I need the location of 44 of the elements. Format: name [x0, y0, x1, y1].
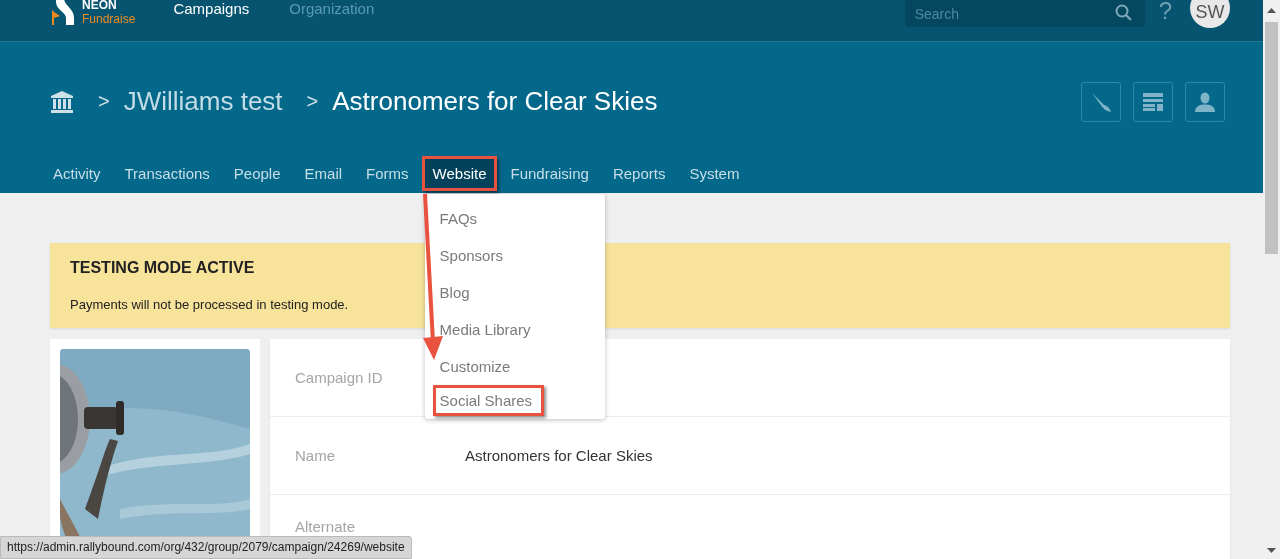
person-icon: [1195, 91, 1215, 112]
menu-item[interactable]: Social Shares: [432, 384, 545, 416]
nav-link[interactable]: Organization: [289, 0, 375, 18]
tab[interactable]: System: [678, 155, 751, 191]
search-icon: [1114, 4, 1133, 22]
user-button[interactable]: [1185, 81, 1225, 122]
tab[interactable]: Transactions: [113, 155, 221, 191]
user-avatar[interactable]: SW: [1190, 0, 1230, 28]
brush-icon: [1090, 90, 1112, 113]
nav-link[interactable]: Campaigns: [173, 0, 250, 18]
tab[interactable]: Fundraising: [499, 155, 600, 191]
menu-item[interactable]: Blog: [432, 273, 488, 311]
tab[interactable]: Email: [293, 155, 354, 191]
scroll-up-icon[interactable]: [1267, 8, 1276, 13]
logo-subtitle: Fundraise: [82, 12, 136, 26]
breadcrumb-separator: >: [98, 90, 110, 113]
menu-item[interactable]: FAQs: [432, 199, 496, 237]
menu-item[interactable]: Customize: [432, 347, 529, 385]
alert-title: TESTING MODE ACTIVE: [70, 259, 256, 277]
tab[interactable]: Forms: [355, 155, 420, 191]
tab[interactable]: People: [222, 155, 292, 191]
scrollbar-thumb[interactable]: [1265, 22, 1278, 254]
tab[interactable]: Reports: [601, 155, 677, 191]
field-value: Astronomers for Clear Skies: [465, 447, 653, 464]
brush-button[interactable]: [1081, 81, 1121, 122]
logo-title: NEON: [82, 0, 118, 12]
field-label: Name: [295, 447, 336, 464]
menu-item[interactable]: Media Library: [432, 310, 549, 348]
scroll-down-icon[interactable]: [1267, 548, 1276, 553]
help-link[interactable]: ?: [1158, 0, 1172, 22]
field-label: Alternate: [295, 518, 357, 535]
tab[interactable]: Activity: [42, 155, 112, 191]
layout-icon: [1143, 92, 1163, 111]
tab[interactable]: Website: [421, 155, 498, 191]
alert-message: Payments will not be processed in testing mode.: [70, 297, 350, 312]
breadcrumb-separator: >: [306, 90, 319, 113]
breadcrumb-link[interactable]: JWilliams test: [123, 86, 283, 117]
page-title: Astronomers for Clear Skies: [332, 86, 658, 117]
bank-icon[interactable]: [50, 89, 74, 114]
search-field[interactable]: Search: [904, 0, 1145, 27]
field-label: Campaign ID: [295, 369, 384, 386]
menu-item[interactable]: Sponsors: [432, 236, 521, 274]
status-url: https://admin.rallybound.com/org/432/group/2079/campaign/24269/website: [0, 536, 412, 559]
layout-button[interactable]: [1133, 81, 1173, 122]
